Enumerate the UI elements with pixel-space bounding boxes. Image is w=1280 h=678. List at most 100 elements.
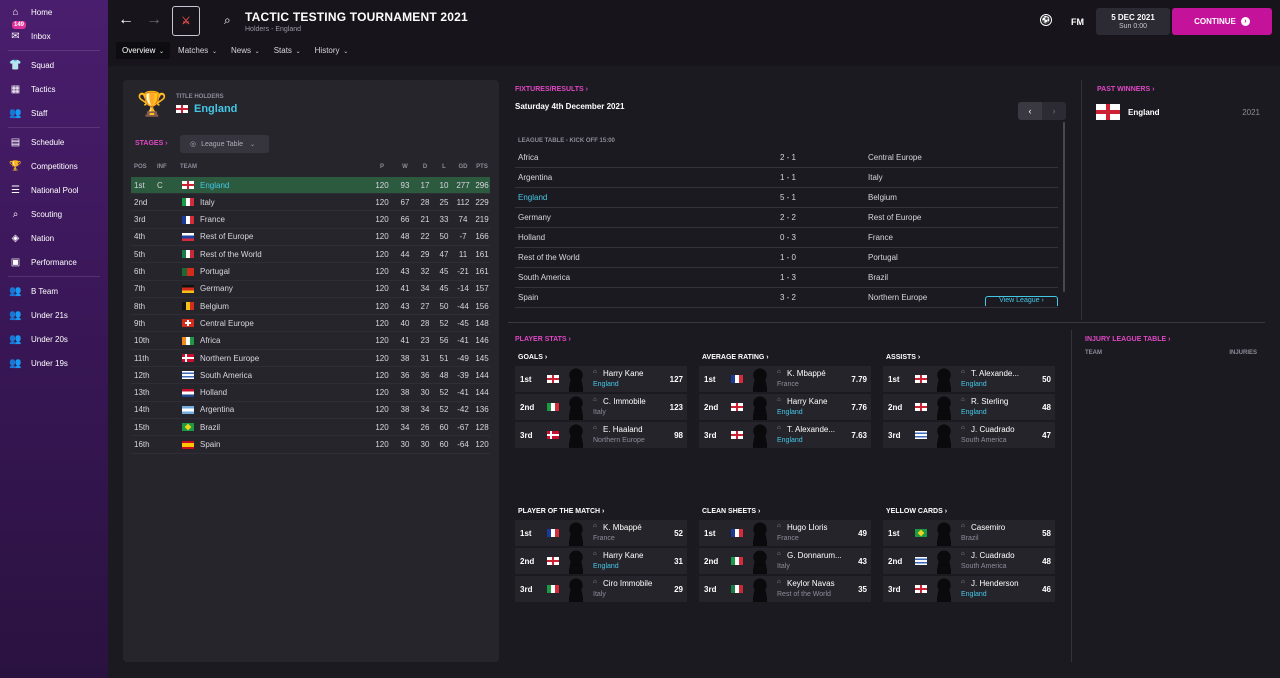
stat-row[interactable]: 2nd ⌂ G. Donnarum... Italy 43 — [699, 548, 871, 575]
player-name[interactable]: T. Alexande... — [971, 369, 1019, 378]
team-cell[interactable]: Spain — [182, 440, 220, 449]
table-row[interactable]: 3rd France 120 66 21 33 74 219 — [131, 212, 490, 229]
sidebar-item-staff[interactable]: 👥 Staff — [0, 101, 108, 125]
injury-label[interactable]: INJURY LEAGUE TABLE › — [1085, 336, 1170, 343]
player-team[interactable]: France — [593, 535, 615, 542]
stat-row[interactable]: 1st ⌂ Casemiro Brazil 58 — [883, 520, 1055, 547]
player-name[interactable]: E. Haaland — [603, 425, 643, 434]
team-cell[interactable]: Northern Europe — [182, 354, 259, 363]
player-team[interactable]: Italy — [777, 563, 790, 570]
table-row[interactable]: 2nd Italy 120 67 28 25 112 229 — [131, 194, 490, 212]
player-name[interactable]: T. Alexande... — [787, 425, 835, 434]
player-team[interactable]: South America — [961, 563, 1007, 570]
stat-row[interactable]: 2nd ⌂ R. Sterling England 48 — [883, 394, 1055, 421]
player-team[interactable]: England — [593, 381, 619, 388]
fm-logo[interactable]: FM — [1071, 17, 1084, 27]
tab-matches[interactable]: Matches ⌄ — [172, 42, 223, 59]
past-winners-row[interactable]: England 2021 — [1096, 103, 1260, 121]
table-row[interactable]: 16th Spain 120 30 30 60 -64 120 — [131, 437, 490, 454]
fixture-away[interactable]: Central Europe — [868, 153, 922, 162]
stat-row[interactable]: 3rd ⌂ Ciro Immobile Italy 29 — [515, 576, 687, 603]
player-team[interactable]: Northern Europe — [593, 437, 645, 444]
fixture-score[interactable]: 2 - 1 — [763, 153, 813, 162]
sidebar-item-under-19s[interactable]: 👥 Under 19s — [0, 351, 108, 375]
tab-history[interactable]: History ⌄ — [309, 42, 355, 59]
stages-select[interactable]: ◎ League Table ⌄ — [180, 135, 269, 153]
fixture-score[interactable]: 5 - 1 — [763, 193, 813, 202]
fixtures-prev-button[interactable]: ‹ — [1018, 102, 1042, 120]
fixture-home[interactable]: South America — [518, 273, 570, 282]
sidebar-item-under-21s[interactable]: 👥 Under 21s — [0, 303, 108, 327]
table-row[interactable]: 13th Holland 120 38 30 52 -41 144 — [131, 385, 490, 402]
player-name[interactable]: Harry Kane — [603, 369, 643, 378]
sidebar-item-scouting[interactable]: ⌕ Scouting — [0, 202, 108, 226]
player-name[interactable]: Keylor Navas — [787, 579, 835, 588]
fixture-row[interactable]: Spain 3 - 2 Northern Europe — [515, 288, 1058, 308]
player-name[interactable]: J. Cuadrado — [971, 551, 1015, 560]
stat-row[interactable]: 2nd ⌂ C. Immobile Italy 123 — [515, 394, 687, 421]
fixture-row[interactable]: Germany 2 - 2 Rest of Europe — [515, 208, 1058, 228]
sidebar-item-squad[interactable]: 👕 Squad — [0, 53, 108, 77]
team-cell[interactable]: Central Europe — [182, 319, 254, 328]
table-row[interactable]: 10th Africa 120 41 23 56 -41 146 — [131, 333, 490, 350]
date-box[interactable]: 5 DEC 2021 Sun 0:00 — [1096, 8, 1170, 35]
team-cell[interactable]: Africa — [182, 336, 220, 345]
sidebar-item-performance[interactable]: ▣ Performance — [0, 250, 108, 274]
team-cell[interactable]: Rest of the World — [182, 250, 262, 259]
fixture-away[interactable]: Italy — [868, 173, 883, 182]
team-cell[interactable]: England — [182, 181, 229, 190]
fixture-row[interactable]: Africa 2 - 1 Central Europe — [515, 148, 1058, 168]
sidebar-item-b-team[interactable]: 👥 B Team — [0, 279, 108, 303]
table-row[interactable]: 7th Germany 120 41 34 45 -14 157 — [131, 281, 490, 298]
stat-block-title[interactable]: YELLOW CARDS › — [886, 508, 947, 515]
fixture-home[interactable]: Spain — [518, 293, 538, 302]
table-row[interactable]: 4th Rest of Europe 120 48 22 50 -7 166 — [131, 229, 490, 246]
table-row[interactable]: 6th Portugal 120 43 32 45 -21 161 — [131, 264, 490, 281]
forward-arrow-icon[interactable]: → — [146, 11, 162, 29]
player-team[interactable]: England — [961, 381, 987, 388]
player-team[interactable]: Italy — [593, 409, 606, 416]
team-cell[interactable]: Italy — [182, 198, 215, 207]
player-name[interactable]: Harry Kane — [603, 551, 643, 560]
fixture-home[interactable]: Holland — [518, 233, 545, 242]
stat-block-title[interactable]: ASSISTS › — [886, 354, 920, 361]
player-stats-label[interactable]: PLAYER STATS › — [515, 336, 571, 343]
fixture-row[interactable]: Rest of the World 1 - 0 Portugal — [515, 248, 1058, 268]
player-team[interactable]: England — [593, 563, 619, 570]
player-team[interactable]: Italy — [593, 591, 606, 598]
back-arrow-icon[interactable]: ← — [118, 11, 134, 29]
fixture-away[interactable]: Brazil — [868, 273, 888, 282]
fixture-row[interactable]: South America 1 - 3 Brazil — [515, 268, 1058, 288]
team-cell[interactable]: France — [182, 215, 225, 224]
player-name[interactable]: K. Mbappé — [603, 523, 642, 532]
player-name[interactable]: Ciro Immobile — [603, 579, 652, 588]
stat-row[interactable]: 1st ⌂ K. Mbappé France 52 — [515, 520, 687, 547]
stat-row[interactable]: 3rd ⌂ E. Haaland Northern Europe 98 — [515, 422, 687, 449]
sidebar-item-national-pool[interactable]: ☰ National Pool — [0, 178, 108, 202]
fixture-away[interactable]: Rest of Europe — [868, 213, 921, 222]
player-team[interactable]: England — [961, 409, 987, 416]
football-icon[interactable]: ⚽ — [1040, 14, 1052, 26]
fixture-away[interactable]: Portugal — [868, 253, 898, 262]
player-team[interactable]: Rest of the World — [777, 591, 831, 598]
fixture-home[interactable]: Africa — [518, 153, 538, 162]
fixture-away[interactable]: Belgium — [868, 193, 897, 202]
player-name[interactable]: C. Immobile — [603, 397, 646, 406]
player-name[interactable]: J. Cuadrado — [971, 425, 1015, 434]
team-cell[interactable]: Germany — [182, 284, 233, 293]
view-league-button[interactable]: View League › — [985, 296, 1058, 306]
tab-stats[interactable]: Stats ⌄ — [268, 42, 307, 59]
fixtures-next-button[interactable]: › — [1042, 102, 1066, 120]
fixture-away[interactable]: Northern Europe — [868, 293, 927, 302]
team-cell[interactable]: Portugal — [182, 267, 230, 276]
stat-row[interactable]: 1st ⌂ Hugo Lloris France 49 — [699, 520, 871, 547]
fixture-home[interactable]: Rest of the World — [518, 253, 580, 262]
team-cell[interactable]: South America — [182, 371, 252, 380]
fixture-score[interactable]: 0 - 3 — [763, 233, 813, 242]
stat-row[interactable]: 3rd ⌂ T. Alexande... England 7.63 — [699, 422, 871, 449]
sidebar-item-under-20s[interactable]: 👥 Under 20s — [0, 327, 108, 351]
fixture-row[interactable]: Holland 0 - 3 France — [515, 228, 1058, 248]
tab-news[interactable]: News ⌄ — [225, 42, 266, 59]
fixture-score[interactable]: 2 - 2 — [763, 213, 813, 222]
table-row[interactable]: 12th South America 120 36 36 48 -39 144 — [131, 367, 490, 385]
